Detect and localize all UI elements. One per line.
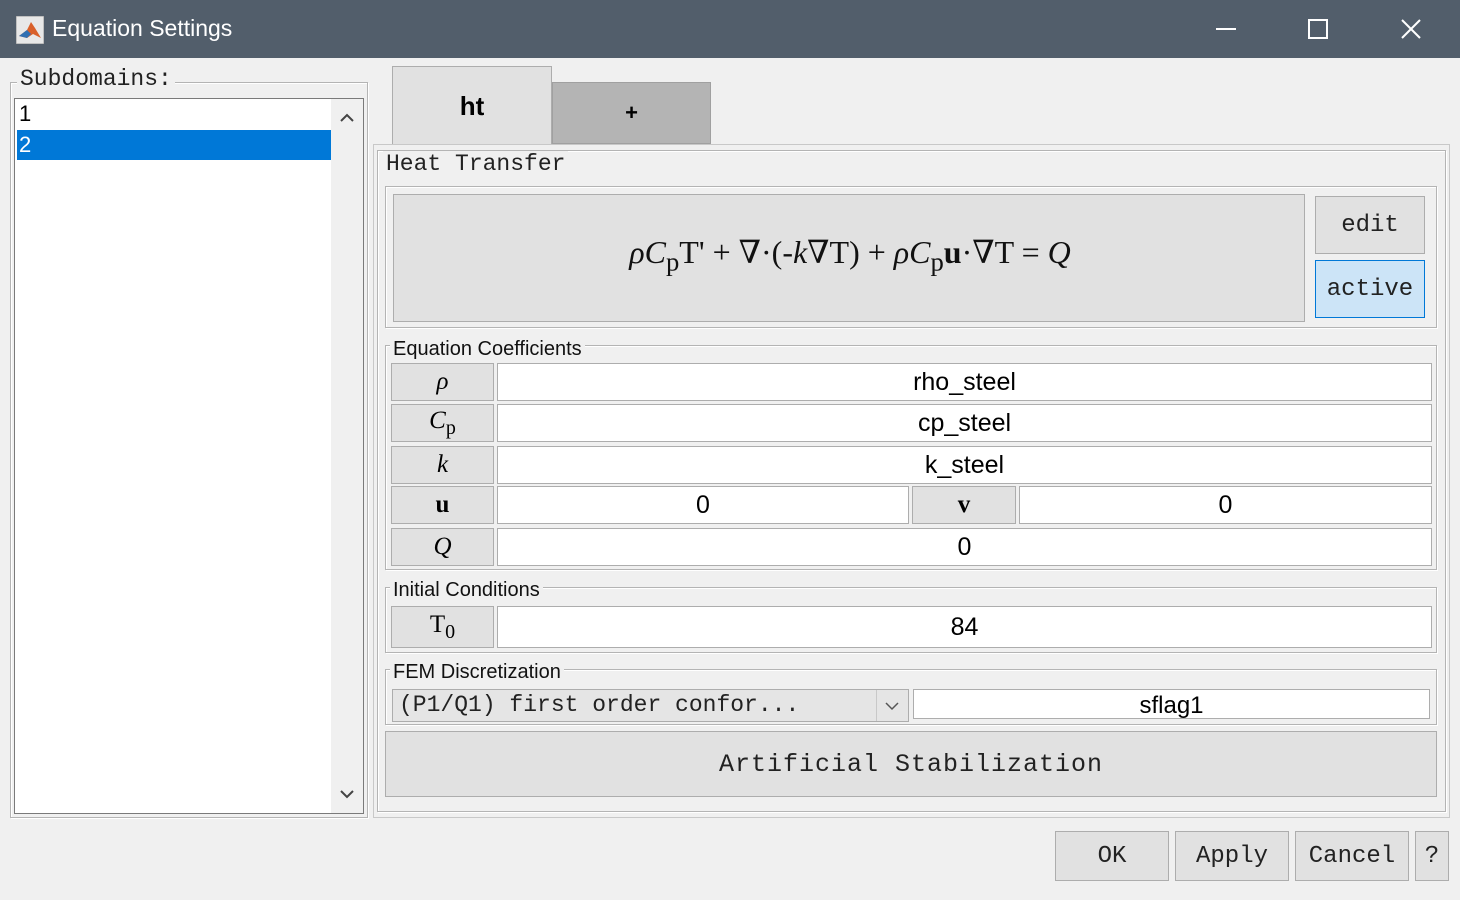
fem-dropdown-value: (P1/Q1) first order confor... [399,692,800,718]
vertical-scrollbar[interactable] [331,99,363,813]
tab-ht[interactable]: ht [392,66,552,146]
t0-field[interactable]: 84 [497,606,1432,648]
initial-conditions-title: Initial Conditions [390,579,543,602]
minimize-button[interactable] [1180,0,1272,58]
v-label: v [912,486,1016,524]
rho-label: ρ [391,363,494,401]
u-field[interactable]: 0 [497,486,909,524]
heat-transfer-title: Heat Transfer [383,151,569,177]
active-button[interactable]: active [1315,260,1425,318]
coefficients-title: Equation Coefficients [390,338,585,361]
q-label: Q [391,528,494,566]
t0-label: T0 [391,606,494,648]
subdomains-label: Subdomains: [17,66,175,92]
minimize-icon [1216,28,1236,30]
maximize-icon [1308,19,1328,39]
q-field[interactable]: 0 [497,528,1432,566]
sflag-field[interactable]: sflag1 [913,689,1430,719]
cancel-button[interactable]: Cancel [1295,831,1409,881]
artificial-stabilization-button[interactable]: Artificial Stabilization [385,731,1437,797]
v-field[interactable]: 0 [1019,486,1432,524]
help-button[interactable]: ? [1415,831,1449,881]
maximize-button[interactable] [1272,0,1364,58]
list-item-selected[interactable]: 2 [17,130,331,160]
title-bar[interactable]: Equation Settings [0,0,1460,58]
rho-field[interactable]: rho_steel [497,363,1432,401]
close-button[interactable] [1365,0,1457,58]
scroll-down-button[interactable] [337,787,357,808]
app-icon [15,15,45,45]
chevron-up-icon [340,113,354,122]
fem-dropdown[interactable]: (P1/Q1) first order confor... [392,689,909,722]
dropdown-divider [876,690,877,721]
ok-button[interactable]: OK [1055,831,1169,881]
equation-text: ρCpT' + ∇·(-k∇T) + ρCpu·∇T = Q [629,234,1071,277]
cp-label: Cp [391,404,494,442]
subdomains-listbox[interactable]: 1 2 [14,98,364,814]
tab-add[interactable]: + [552,82,711,144]
equation-display: ρCpT' + ∇·(-k∇T) + ρCpu·∇T = Q [393,194,1305,322]
chevron-down-icon [340,790,354,799]
cp-field[interactable]: cp_steel [497,404,1432,442]
window-title: Equation Settings [52,15,233,41]
close-icon [1401,19,1421,39]
k-label: k [391,446,494,484]
chevron-down-icon [883,699,901,718]
apply-button[interactable]: Apply [1175,831,1289,881]
edit-button[interactable]: edit [1315,196,1425,254]
u-label: u [391,486,494,524]
fem-title: FEM Discretization [390,661,564,684]
scroll-up-button[interactable] [337,109,357,130]
list-item[interactable]: 1 [17,99,331,129]
k-field[interactable]: k_steel [497,446,1432,484]
